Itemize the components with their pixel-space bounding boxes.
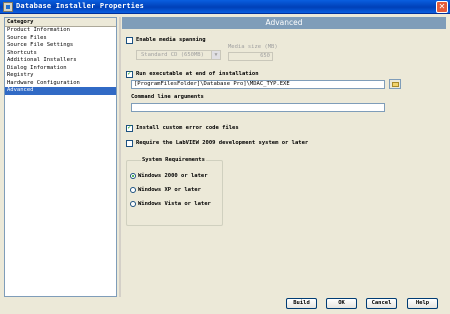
executable-path-field[interactable]: [ProgramFilesFolder]\Database Pro]\MDAC_…	[131, 80, 385, 89]
advanced-settings-panel: Advanced Enable media spanning Standard …	[122, 17, 446, 297]
app-icon	[3, 2, 13, 12]
build-button[interactable]: Build	[286, 298, 317, 309]
section-banner: Advanced	[122, 17, 446, 29]
category-item-shortcuts[interactable]: Shortcuts	[5, 50, 116, 58]
enable-media-spanning-label: Enable media spanning	[136, 37, 206, 43]
media-size-label: Media size (MB)	[228, 44, 278, 50]
cancel-button[interactable]: Cancel	[366, 298, 397, 309]
system-requirements-group: System Requirements Windows 2000 or late…	[126, 157, 223, 226]
install-custom-error-checkbox[interactable]	[126, 124, 133, 132]
category-item-dialog-information[interactable]: Dialog Information	[5, 65, 116, 73]
title-bar: Database Installer Properties ✕	[0, 0, 450, 14]
command-line-arguments-label: Command line arguments	[131, 94, 204, 100]
command-line-arguments-field[interactable]	[131, 103, 385, 112]
category-panel: Category Product Information Source File…	[4, 17, 117, 297]
browse-button[interactable]	[389, 79, 401, 89]
category-item-additional-installers[interactable]: Additional Installers	[5, 57, 116, 65]
require-labview-checkbox[interactable]	[126, 140, 133, 147]
run-executable-label: Run executable at end of installation	[136, 71, 259, 77]
category-item-source-file-settings[interactable]: Source File Settings	[5, 42, 116, 50]
radio-windows-xp-label: Windows XP or later	[138, 187, 201, 193]
panel-splitter[interactable]	[119, 17, 121, 297]
install-custom-error-label: Install custom error code files	[136, 125, 239, 131]
ok-button[interactable]: OK	[326, 298, 357, 309]
category-item-hardware-configuration[interactable]: Hardware Configuration	[5, 80, 116, 88]
radio-windows-xp[interactable]	[130, 187, 136, 193]
system-requirements-title: System Requirements	[141, 157, 206, 163]
radio-windows-2000[interactable]	[130, 173, 136, 179]
close-icon[interactable]: ✕	[439, 2, 446, 11]
category-item-product-information[interactable]: Product Information	[5, 27, 116, 35]
radio-windows-2000-label: Windows 2000 or later	[138, 173, 208, 179]
require-labview-label: Require the LabVIEW 2009 development sys…	[136, 140, 309, 146]
category-item-source-files[interactable]: Source Files	[5, 35, 116, 43]
chevron-down-icon[interactable]: ▼	[211, 51, 220, 59]
close-button[interactable]: ✕	[436, 1, 448, 13]
radio-windows-vista-label: Windows Vista or later	[138, 201, 211, 207]
radio-windows-vista[interactable]	[130, 201, 136, 207]
category-item-registry[interactable]: Registry	[5, 72, 116, 80]
category-header: Category	[5, 18, 116, 27]
media-size-combo[interactable]: Standard CD (650MB) ▼	[136, 50, 221, 60]
media-size-combo-value: Standard CD (650MB)	[141, 52, 204, 58]
category-item-advanced[interactable]: Advanced	[5, 87, 116, 95]
enable-media-spanning-checkbox[interactable]	[126, 37, 133, 44]
run-executable-checkbox[interactable]	[126, 70, 133, 78]
window-title: Database Installer Properties	[16, 2, 145, 10]
help-button[interactable]: Help	[407, 298, 438, 309]
folder-icon	[392, 82, 399, 87]
media-size-field[interactable]: 650	[228, 52, 273, 61]
